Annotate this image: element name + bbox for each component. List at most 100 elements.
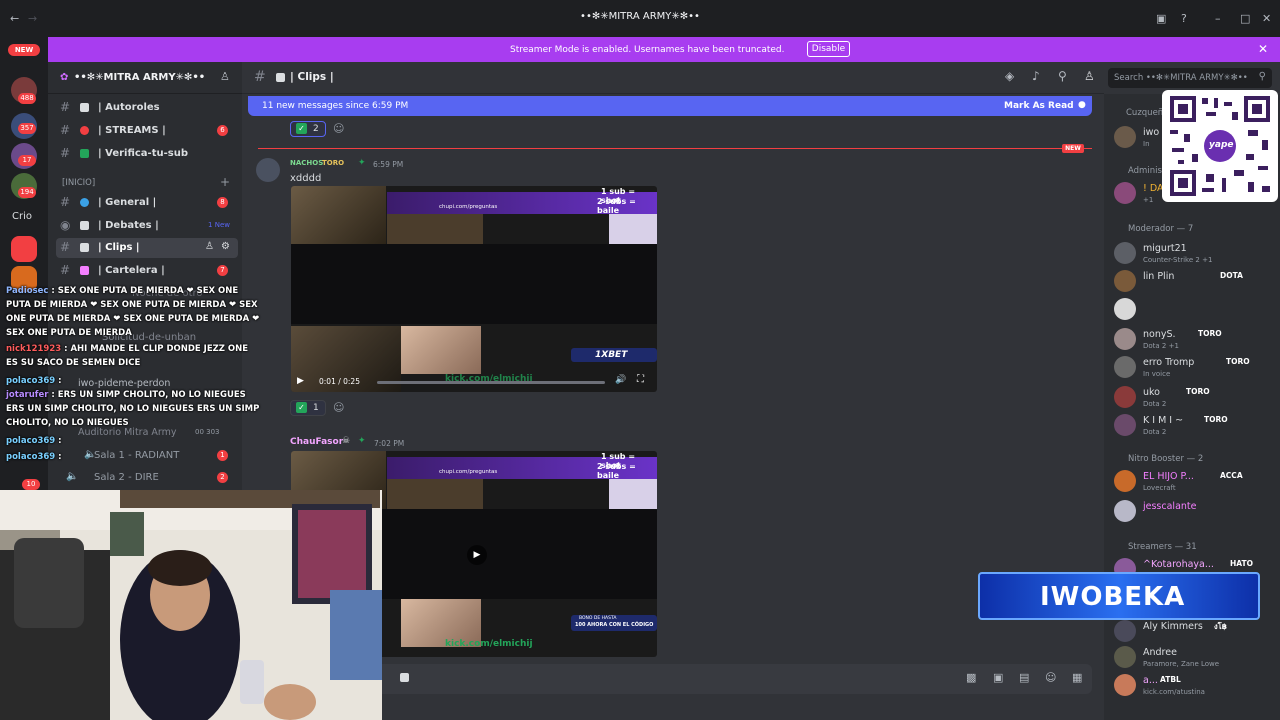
message-composer[interactable]: ▩ ▣ ▤ ☺ ▦ bbox=[258, 664, 1092, 694]
gear-icon[interactable]: ⚙ bbox=[221, 241, 230, 252]
member-tag: DOTA bbox=[1220, 271, 1243, 280]
member-status: Counter-Strike 2 +1 bbox=[1143, 256, 1213, 264]
threads-icon[interactable]: ◈ bbox=[1005, 69, 1014, 83]
video-embed[interactable]: 1 sub = shot 2 subs = baile chupi.com/pr… bbox=[291, 186, 657, 392]
help-icon[interactable]: ? bbox=[1181, 12, 1187, 25]
channel-cartelera[interactable]: # | Cartelera | 7 bbox=[56, 261, 238, 281]
member-item[interactable]: jesscalante bbox=[1114, 498, 1280, 526]
server-badge: 194 bbox=[18, 187, 36, 198]
channel-verifica[interactable]: # | Verifica-tu-sub bbox=[56, 144, 238, 164]
gif-icon[interactable]: ▣ bbox=[993, 671, 1003, 684]
channel-streams[interactable]: # | STREAMS | 6 bbox=[56, 121, 238, 141]
apps-icon[interactable]: ▦ bbox=[1072, 671, 1082, 684]
play-icon[interactable]: ▶ bbox=[467, 545, 487, 565]
chat-line: polaco369 : bbox=[6, 434, 62, 448]
avatar bbox=[1114, 242, 1136, 264]
inbox-icon[interactable]: ▣ bbox=[1156, 12, 1166, 25]
message-author[interactable]: ChauFasor bbox=[290, 437, 343, 447]
member-section-title: Moderador — 7 bbox=[1128, 224, 1194, 234]
member-name: Andree bbox=[1143, 647, 1177, 658]
member-status: Dota 2 bbox=[1143, 428, 1167, 436]
message-timestamp: 7:02 PM bbox=[374, 439, 405, 448]
member-list-icon[interactable]: ♙ bbox=[1084, 69, 1095, 83]
add-channel-icon[interactable]: + bbox=[220, 175, 230, 189]
channel-emoji-icon bbox=[80, 103, 89, 112]
server-icon[interactable] bbox=[11, 236, 37, 262]
mute-bell-icon[interactable]: ♪ bbox=[1032, 69, 1040, 83]
clip-panel bbox=[387, 479, 483, 509]
chat-user: polaco369 bbox=[6, 376, 56, 386]
add-member-icon[interactable]: ♙ bbox=[220, 70, 230, 83]
chevron-down-icon[interactable]: ⌄ bbox=[182, 71, 190, 82]
search-input[interactable]: Search ••✻✳MITRA ARMY✳✻•• ⚲ bbox=[1108, 68, 1272, 88]
member-name: erro Tromp bbox=[1143, 357, 1195, 368]
member-item[interactable]: Aly Kimmers งโ฿ bbox=[1114, 618, 1280, 646]
member-item[interactable]: a... ATBL kick.com/atustina bbox=[1114, 672, 1280, 700]
avatar[interactable] bbox=[256, 158, 280, 182]
sticker-icon[interactable]: ▤ bbox=[1019, 671, 1029, 684]
reaction-button[interactable]: ✓ 2 bbox=[290, 121, 326, 137]
pin-icon[interactable]: ⚲ bbox=[1058, 69, 1067, 83]
mention-badge: 8 bbox=[217, 197, 228, 208]
member-status: +1 bbox=[1143, 196, 1154, 204]
reaction-count: 2 bbox=[313, 124, 319, 134]
hash-icon: # bbox=[60, 100, 71, 114]
emoji-icon[interactable]: ☺ bbox=[1045, 671, 1056, 684]
minimize-button[interactable]: – bbox=[1215, 12, 1221, 25]
member-name: a... bbox=[1143, 675, 1158, 686]
member-name: K I M I ~ bbox=[1143, 415, 1184, 426]
channel-debates[interactable]: ◉ | Debates | 1 New bbox=[56, 216, 238, 236]
channel-general[interactable]: # | General | 8 bbox=[56, 193, 238, 213]
chat-line: Padiosec : SEX ONE PUTA DE MIERDA ❤ SEX … bbox=[6, 284, 262, 340]
reaction-button[interactable]: ✓ 1 bbox=[290, 400, 326, 416]
channel-clips[interactable]: # | Clips | ♙ ⚙ bbox=[56, 238, 238, 258]
member-section-title: Streamers — 31 bbox=[1128, 542, 1197, 552]
member-item[interactable]: migurt21 Counter-Strike 2 +1 bbox=[1114, 240, 1280, 268]
hash-icon: # bbox=[60, 263, 71, 277]
channel-autoroles[interactable]: # | Autoroles bbox=[56, 98, 238, 118]
stream-chat-overlay: Padiosec : SEX ONE PUTA DE MIERDA ❤ SEX … bbox=[0, 282, 262, 492]
new-messages-bar[interactable]: 11 new messages since 6:59 PM Mark As Re… bbox=[248, 96, 1092, 116]
fullscreen-icon[interactable]: ⛶ bbox=[637, 374, 644, 385]
server-folder-label[interactable]: Crio bbox=[12, 211, 32, 222]
close-button[interactable]: ✕ bbox=[1262, 12, 1271, 25]
role-badge-icon: ✦ bbox=[358, 436, 366, 446]
avatar bbox=[1114, 298, 1136, 320]
member-item[interactable]: K I M I ~ TORO Dota 2 bbox=[1114, 412, 1280, 440]
member-item[interactable]: nonyS. TORO Dota 2 +1 bbox=[1114, 326, 1280, 354]
member-item[interactable]: uko TORO Dota 2 bbox=[1114, 384, 1280, 412]
member-item[interactable]: lin Plin DOTA bbox=[1114, 268, 1280, 296]
window-title: ••✻✳MITRA ARMY✳✻•• bbox=[580, 11, 700, 22]
channel-title: | Clips | bbox=[290, 71, 334, 83]
member-item[interactable] bbox=[1114, 296, 1280, 324]
member-item[interactable]: Andree Paramore, Zane Lowe bbox=[1114, 644, 1280, 672]
member-item[interactable]: erro Tromp TORO In voice bbox=[1114, 354, 1280, 382]
member-name: Aly Kimmers bbox=[1143, 621, 1203, 632]
chat-text: : bbox=[58, 452, 62, 462]
invite-icon[interactable]: ♙ bbox=[205, 241, 214, 252]
gift-icon[interactable]: ▩ bbox=[966, 671, 976, 684]
member-name: uko bbox=[1143, 387, 1160, 398]
member-tag: ACCA bbox=[1220, 471, 1243, 480]
add-reaction-icon[interactable]: ☺ bbox=[333, 401, 344, 414]
streamer-logo-text: IWOBEKA bbox=[1040, 582, 1186, 612]
message-author[interactable]: NACHOS bbox=[290, 159, 323, 167]
video-progress-bar[interactable] bbox=[377, 381, 605, 384]
clip-chat-title: chupi.com/preguntas bbox=[439, 204, 498, 210]
red-circle-icon bbox=[80, 126, 89, 135]
streamer-webcam bbox=[0, 490, 382, 720]
close-icon[interactable]: ✕ bbox=[1258, 42, 1268, 56]
streamer-mode-banner: Streamer Mode is enabled. Usernames have… bbox=[48, 37, 1280, 62]
mark-as-read-button[interactable]: Mark As Read bbox=[1004, 101, 1074, 111]
maximize-button[interactable]: □ bbox=[1240, 12, 1250, 25]
sponsor-text: 1XBET bbox=[595, 350, 628, 360]
add-reaction-icon[interactable]: ☺ bbox=[333, 122, 344, 135]
server-header[interactable]: ✿ ••✻✳MITRA ARMY✳✻•• ⌄ ♙ bbox=[48, 62, 242, 94]
member-status: kick.com/atustina bbox=[1143, 688, 1205, 696]
volume-icon[interactable]: 🔊 bbox=[615, 375, 626, 385]
avatar bbox=[1114, 470, 1136, 492]
category-inicio[interactable]: [INICIO] bbox=[62, 178, 95, 188]
member-item[interactable]: EL HIJO P... ACCA Lovecraft bbox=[1114, 468, 1280, 496]
play-icon[interactable]: ▶ bbox=[297, 376, 304, 386]
disable-button[interactable]: Disable bbox=[807, 41, 850, 57]
